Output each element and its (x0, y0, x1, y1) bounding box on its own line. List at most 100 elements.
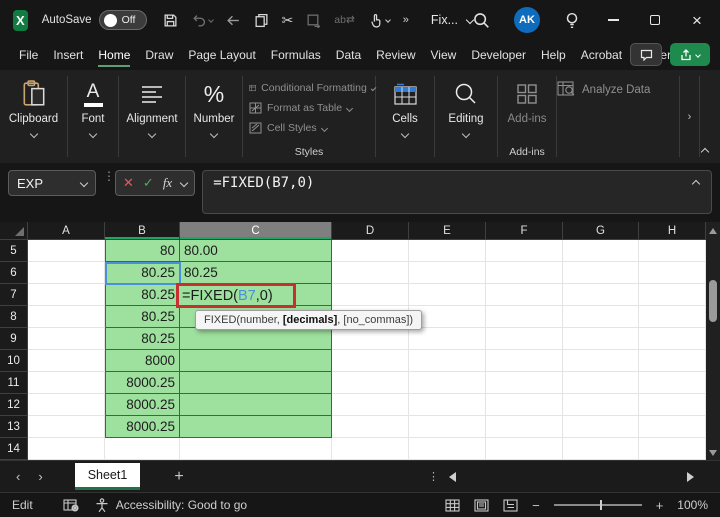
cell-b6[interactable]: 80.25 (105, 262, 180, 284)
cell[interactable] (486, 438, 563, 460)
cell[interactable] (639, 394, 706, 416)
comments-button[interactable] (630, 43, 662, 66)
close-button[interactable]: × (688, 11, 706, 29)
scroll-down-icon[interactable] (709, 450, 717, 456)
cell[interactable] (563, 394, 639, 416)
column-header-b[interactable]: B (105, 222, 180, 240)
zoom-level[interactable]: 100% (677, 498, 708, 512)
cell[interactable] (332, 350, 409, 372)
column-header-f[interactable]: F (486, 222, 563, 240)
cell-b14[interactable] (105, 438, 180, 460)
cell[interactable] (28, 306, 105, 328)
cell[interactable] (563, 284, 639, 306)
cells-group-button[interactable]: Cells (376, 70, 434, 163)
search-icon[interactable] (473, 12, 490, 29)
row-header[interactable]: 5 (0, 240, 28, 262)
splitter-handle[interactable]: ⋮ (428, 470, 440, 483)
row-header[interactable]: 6 (0, 262, 28, 284)
vertical-scroll-thumb[interactable] (709, 280, 717, 322)
tab-developer[interactable]: Developer (466, 43, 531, 67)
cell[interactable] (486, 262, 563, 284)
cell[interactable] (409, 438, 486, 460)
cell[interactable] (486, 284, 563, 306)
normal-view-button[interactable] (445, 498, 460, 512)
formula-bar-handle[interactable]: ⋮ (103, 170, 115, 182)
cell-b10[interactable]: 8000 (105, 350, 180, 372)
cell[interactable] (28, 328, 105, 350)
minimize-button[interactable] (604, 11, 622, 29)
name-box[interactable]: EXP (8, 170, 96, 196)
cancel-formula-button[interactable]: ✕ (123, 175, 134, 191)
cell-c11[interactable] (180, 372, 332, 394)
number-group-button[interactable]: % Number (186, 70, 242, 163)
cell[interactable] (486, 350, 563, 372)
accessibility-status[interactable]: Accessibility: Good to go (116, 498, 247, 512)
cell[interactable] (486, 328, 563, 350)
tab-formulas[interactable]: Formulas (266, 43, 326, 67)
cell[interactable] (563, 350, 639, 372)
select-all-button[interactable] (0, 222, 28, 240)
accessibility-icon[interactable] (95, 497, 109, 513)
autosave-toggle[interactable]: Off (98, 10, 147, 30)
cell-c12[interactable] (180, 394, 332, 416)
cell[interactable] (563, 438, 639, 460)
new-sheet-button[interactable]: + (174, 468, 183, 486)
cell[interactable] (332, 372, 409, 394)
cell[interactable] (332, 438, 409, 460)
insert-function-button[interactable]: fx (163, 175, 172, 191)
cell-b11[interactable]: 8000.25 (105, 372, 180, 394)
row-header[interactable]: 10 (0, 350, 28, 372)
row-header[interactable]: 12 (0, 394, 28, 416)
tab-help[interactable]: Help (536, 43, 571, 67)
cell[interactable] (409, 262, 486, 284)
editing-cell[interactable]: =FIXED(B7,0) (176, 283, 296, 308)
editing-group-button[interactable]: Editing (435, 70, 497, 163)
column-header-d[interactable]: D (332, 222, 409, 240)
cell[interactable] (486, 306, 563, 328)
back-arrow-button[interactable] (226, 13, 241, 28)
cell[interactable] (639, 328, 706, 350)
cell[interactable] (639, 350, 706, 372)
document-title-dropdown[interactable]: Fix... (431, 13, 475, 27)
row-header[interactable]: 13 (0, 416, 28, 438)
column-header-c[interactable]: C (180, 222, 332, 240)
ribbon-more-button[interactable]: › (679, 76, 700, 157)
cell[interactable] (332, 284, 409, 306)
cell[interactable] (563, 240, 639, 262)
share-button[interactable] (670, 43, 710, 66)
cell[interactable] (28, 284, 105, 306)
cell[interactable] (639, 284, 706, 306)
tab-review[interactable]: Review (371, 43, 420, 67)
clipboard-group-button[interactable]: Clipboard (0, 70, 67, 163)
cell-b5[interactable]: 80 (105, 240, 180, 262)
analyze-data-button[interactable]: Analyze Data (557, 81, 679, 98)
find-replace-button[interactable]: ab⇄ (334, 14, 354, 26)
cell[interactable] (486, 240, 563, 262)
tab-insert[interactable]: Insert (48, 43, 88, 67)
alignment-group-button[interactable]: Alignment (119, 70, 185, 163)
cell[interactable] (28, 394, 105, 416)
row-header[interactable]: 14 (0, 438, 28, 460)
column-header-h[interactable]: H (639, 222, 706, 240)
cell[interactable] (639, 240, 706, 262)
addins-button[interactable]: Add-ins (498, 70, 556, 125)
cell[interactable] (639, 416, 706, 438)
column-header-e[interactable]: E (409, 222, 486, 240)
tab-page-layout[interactable]: Page Layout (183, 43, 260, 67)
cell[interactable] (332, 416, 409, 438)
cell-c6[interactable]: 80.25 (180, 262, 332, 284)
cell[interactable] (563, 416, 639, 438)
cut-button[interactable]: ✂ (282, 12, 294, 29)
cell-b12[interactable]: 8000.25 (105, 394, 180, 416)
collapse-ribbon-icon[interactable] (700, 147, 710, 157)
cell[interactable] (28, 262, 105, 284)
cell-c9[interactable] (180, 328, 332, 350)
cell-c10[interactable] (180, 350, 332, 372)
format-as-table-button[interactable]: Format as Table (249, 98, 375, 118)
cell[interactable] (409, 284, 486, 306)
row-header[interactable]: 9 (0, 328, 28, 350)
row-header[interactable]: 8 (0, 306, 28, 328)
cell[interactable] (409, 350, 486, 372)
tab-file[interactable]: File (14, 43, 43, 67)
tab-acrobat[interactable]: Acrobat (576, 43, 627, 67)
